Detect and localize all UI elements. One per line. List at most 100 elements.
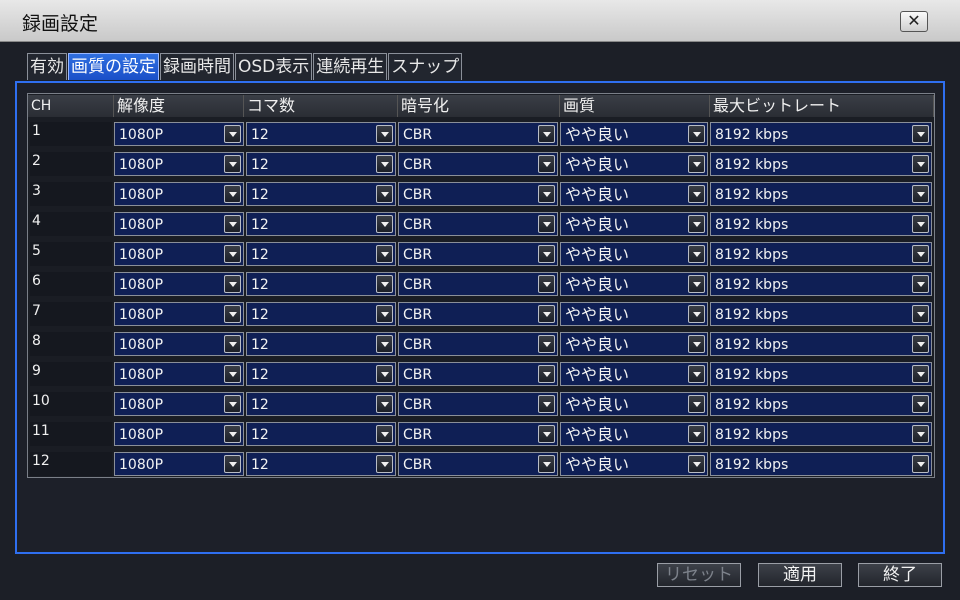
tab-enable[interactable]: 有効 bbox=[27, 53, 67, 80]
frame-rate-select[interactable]: 12 bbox=[246, 272, 396, 296]
frame-rate-select[interactable]: 12 bbox=[246, 392, 396, 416]
frame-rate-select[interactable]: 12 bbox=[246, 362, 396, 386]
chevron-down-icon[interactable] bbox=[688, 185, 705, 203]
tab-snapshot[interactable]: スナップ bbox=[388, 53, 463, 80]
quality-select[interactable]: やや良い bbox=[560, 122, 708, 146]
max-bitrate-select[interactable]: 8192 kbps bbox=[710, 452, 932, 476]
quality-select[interactable]: やや良い bbox=[560, 422, 708, 446]
max-bitrate-select[interactable]: 8192 kbps bbox=[710, 362, 932, 386]
chevron-down-icon[interactable] bbox=[224, 215, 241, 233]
quality-select[interactable]: やや良い bbox=[560, 362, 708, 386]
resolution-select[interactable]: 1080P bbox=[114, 152, 244, 176]
chevron-down-icon[interactable] bbox=[224, 365, 241, 383]
reset-button[interactable]: リセット bbox=[657, 563, 741, 587]
tab-schedule[interactable]: 録画時間 bbox=[160, 53, 234, 80]
chevron-down-icon[interactable] bbox=[688, 275, 705, 293]
quality-select[interactable]: やや良い bbox=[560, 392, 708, 416]
quality-select[interactable]: やや良い bbox=[560, 242, 708, 266]
frame-rate-select[interactable]: 12 bbox=[246, 332, 396, 356]
chevron-down-icon[interactable] bbox=[224, 275, 241, 293]
chevron-down-icon[interactable] bbox=[224, 455, 241, 473]
frame-rate-select[interactable]: 12 bbox=[246, 122, 396, 146]
quality-select[interactable]: やや良い bbox=[560, 182, 708, 206]
chevron-down-icon[interactable] bbox=[912, 215, 929, 233]
chevron-down-icon[interactable] bbox=[688, 215, 705, 233]
encoding-select[interactable]: CBR bbox=[398, 152, 558, 176]
resolution-select[interactable]: 1080P bbox=[114, 332, 244, 356]
chevron-down-icon[interactable] bbox=[912, 425, 929, 443]
apply-button[interactable]: 適用 bbox=[758, 563, 842, 587]
quality-select[interactable]: やや良い bbox=[560, 152, 708, 176]
tab-sequence[interactable]: 連続再生 bbox=[313, 53, 388, 80]
chevron-down-icon[interactable] bbox=[912, 245, 929, 263]
chevron-down-icon[interactable] bbox=[376, 425, 393, 443]
chevron-down-icon[interactable] bbox=[376, 455, 393, 473]
frame-rate-select[interactable]: 12 bbox=[246, 242, 396, 266]
frame-rate-select[interactable]: 12 bbox=[246, 302, 396, 326]
chevron-down-icon[interactable] bbox=[688, 125, 705, 143]
frame-rate-select[interactable]: 12 bbox=[246, 212, 396, 236]
max-bitrate-select[interactable]: 8192 kbps bbox=[710, 392, 932, 416]
chevron-down-icon[interactable] bbox=[538, 455, 555, 473]
chevron-down-icon[interactable] bbox=[912, 395, 929, 413]
max-bitrate-select[interactable]: 8192 kbps bbox=[710, 152, 932, 176]
chevron-down-icon[interactable] bbox=[688, 335, 705, 353]
tab-osd[interactable]: OSD表示 bbox=[235, 53, 313, 80]
encoding-select[interactable]: CBR bbox=[398, 422, 558, 446]
chevron-down-icon[interactable] bbox=[538, 215, 555, 233]
chevron-down-icon[interactable] bbox=[538, 185, 555, 203]
chevron-down-icon[interactable] bbox=[538, 155, 555, 173]
resolution-select[interactable]: 1080P bbox=[114, 272, 244, 296]
chevron-down-icon[interactable] bbox=[224, 395, 241, 413]
encoding-select[interactable]: CBR bbox=[398, 392, 558, 416]
chevron-down-icon[interactable] bbox=[224, 185, 241, 203]
chevron-down-icon[interactable] bbox=[538, 125, 555, 143]
encoding-select[interactable]: CBR bbox=[398, 302, 558, 326]
max-bitrate-select[interactable]: 8192 kbps bbox=[710, 422, 932, 446]
encoding-select[interactable]: CBR bbox=[398, 182, 558, 206]
max-bitrate-select[interactable]: 8192 kbps bbox=[710, 212, 932, 236]
chevron-down-icon[interactable] bbox=[224, 155, 241, 173]
quality-select[interactable]: やや良い bbox=[560, 272, 708, 296]
frame-rate-select[interactable]: 12 bbox=[246, 152, 396, 176]
chevron-down-icon[interactable] bbox=[376, 365, 393, 383]
chevron-down-icon[interactable] bbox=[538, 275, 555, 293]
exit-button[interactable]: 終了 bbox=[858, 563, 942, 587]
resolution-select[interactable]: 1080P bbox=[114, 422, 244, 446]
chevron-down-icon[interactable] bbox=[376, 335, 393, 353]
chevron-down-icon[interactable] bbox=[376, 305, 393, 323]
chevron-down-icon[interactable] bbox=[688, 395, 705, 413]
chevron-down-icon[interactable] bbox=[538, 245, 555, 263]
frame-rate-select[interactable]: 12 bbox=[246, 422, 396, 446]
chevron-down-icon[interactable] bbox=[224, 305, 241, 323]
chevron-down-icon[interactable] bbox=[538, 305, 555, 323]
encoding-select[interactable]: CBR bbox=[398, 362, 558, 386]
chevron-down-icon[interactable] bbox=[688, 365, 705, 383]
quality-select[interactable]: やや良い bbox=[560, 332, 708, 356]
max-bitrate-select[interactable]: 8192 kbps bbox=[710, 332, 932, 356]
chevron-down-icon[interactable] bbox=[376, 155, 393, 173]
chevron-down-icon[interactable] bbox=[912, 305, 929, 323]
max-bitrate-select[interactable]: 8192 kbps bbox=[710, 182, 932, 206]
max-bitrate-select[interactable]: 8192 kbps bbox=[710, 272, 932, 296]
encoding-select[interactable]: CBR bbox=[398, 272, 558, 296]
frame-rate-select[interactable]: 12 bbox=[246, 452, 396, 476]
chevron-down-icon[interactable] bbox=[224, 335, 241, 353]
chevron-down-icon[interactable] bbox=[688, 155, 705, 173]
chevron-down-icon[interactable] bbox=[376, 275, 393, 293]
chevron-down-icon[interactable] bbox=[912, 185, 929, 203]
tab-quality[interactable]: 画質の設定 bbox=[68, 53, 159, 80]
chevron-down-icon[interactable] bbox=[688, 455, 705, 473]
chevron-down-icon[interactable] bbox=[538, 395, 555, 413]
chevron-down-icon[interactable] bbox=[376, 245, 393, 263]
encoding-select[interactable]: CBR bbox=[398, 332, 558, 356]
resolution-select[interactable]: 1080P bbox=[114, 242, 244, 266]
chevron-down-icon[interactable] bbox=[376, 125, 393, 143]
resolution-select[interactable]: 1080P bbox=[114, 362, 244, 386]
chevron-down-icon[interactable] bbox=[538, 335, 555, 353]
chevron-down-icon[interactable] bbox=[376, 395, 393, 413]
resolution-select[interactable]: 1080P bbox=[114, 392, 244, 416]
resolution-select[interactable]: 1080P bbox=[114, 212, 244, 236]
resolution-select[interactable]: 1080P bbox=[114, 302, 244, 326]
chevron-down-icon[interactable] bbox=[688, 305, 705, 323]
